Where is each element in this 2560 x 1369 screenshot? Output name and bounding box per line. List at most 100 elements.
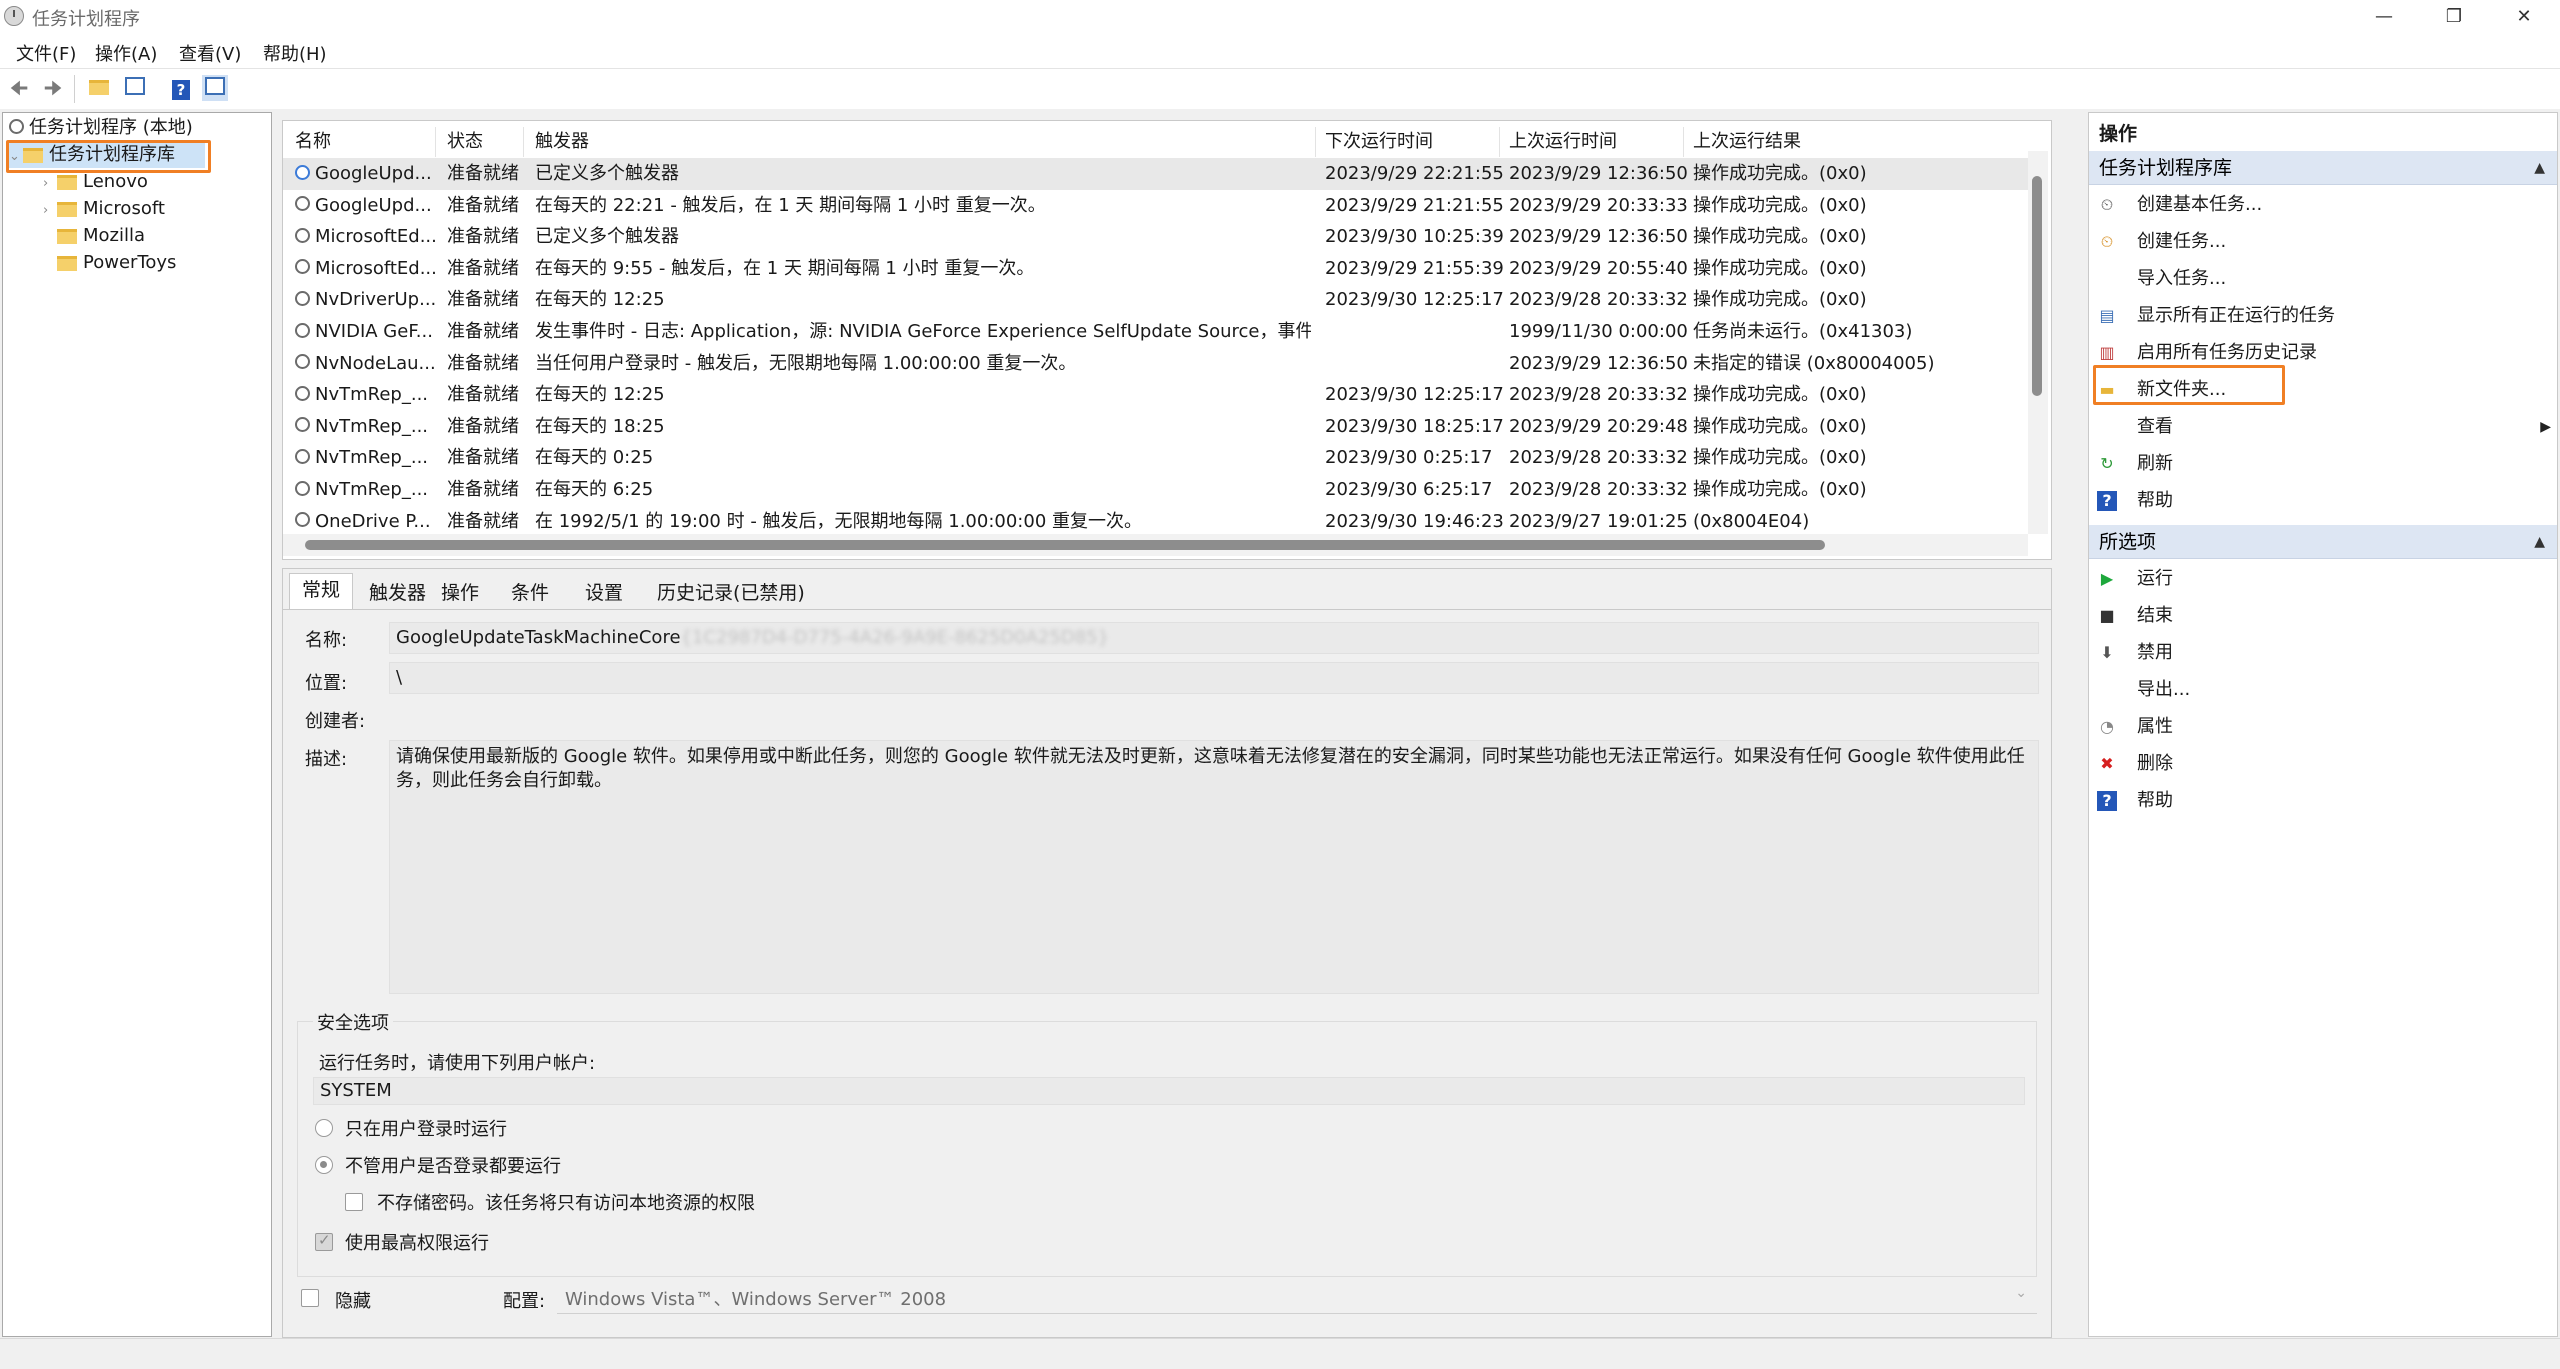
cell-status: 准备就绪 — [447, 352, 519, 374]
tree-root[interactable]: 任务计划程序 (本地) — [9, 115, 193, 141]
column-header-status[interactable]: 状态 — [447, 127, 483, 157]
cell-status: 准备就绪 — [447, 479, 519, 500]
table-row[interactable]: MicrosoftEd... 准备就绪 在每天的 9:55 - 触发后，在 1 天 … — [283, 253, 2048, 285]
tree-item-lenovo[interactable]: › Lenovo — [43, 169, 148, 195]
column-separator[interactable] — [523, 127, 524, 157]
forward-icon[interactable]: 🠊 — [40, 75, 66, 101]
table-row[interactable]: OneDrive P... 准备就绪在 1992/5/1 的 19:00 时 - … — [283, 506, 2048, 538]
column-header-next-run[interactable]: 下次运行时间 — [1325, 127, 1433, 157]
action-label: 创建任务... — [2137, 231, 2227, 252]
chevron-down-icon[interactable]: ⌄ — [2015, 1285, 2027, 1301]
action-actions-items1-0[interactable]: ⏲ 创建基本任务... — [2089, 189, 2549, 221]
checkbox-run-highest-privileges[interactable] — [315, 1231, 333, 1251]
tab-settings[interactable]: 设置 — [585, 577, 623, 609]
toolbar-separator — [74, 75, 75, 103]
minimize-button[interactable]: — — [2349, 0, 2419, 34]
action-actions-items2-5[interactable]: ✖ 删除 — [2089, 748, 2549, 780]
column-separator[interactable] — [1315, 127, 1316, 157]
cell-trigger: 已定义多个触发器 — [535, 163, 679, 184]
action-actions-items1-8[interactable]: ? 帮助 — [2089, 485, 2549, 517]
section-header-selected-item[interactable]: 所选项 ▲ — [2089, 525, 2557, 559]
table-row[interactable]: NvDriverUp... 准备就绪 在每天的 12:25 2023/9/30 12:… — [283, 284, 2048, 316]
chevron-right-icon[interactable]: › — [43, 171, 57, 197]
column-separator[interactable] — [435, 127, 436, 157]
history-icon: ▥ — [2099, 343, 2115, 362]
vertical-scrollbar[interactable] — [2028, 151, 2048, 534]
checkbox-do-not-store-password[interactable] — [345, 1193, 363, 1211]
radio-run-whether-logged-on[interactable] — [315, 1156, 333, 1174]
column-header-last-result[interactable]: 上次运行结果 — [1693, 127, 1801, 157]
table-row[interactable]: NvTmRep_... 准备就绪 在每天的 6:25 2023/9/30 6:25:1… — [283, 474, 2048, 506]
menu-help[interactable]: 帮助(H) — [263, 40, 327, 66]
action-actions-items2-3[interactable]: 导出... — [2089, 674, 2549, 706]
configure-for-dropdown[interactable]: Windows Vista™、Windows Server™ 2008 ⌄ — [557, 1279, 2037, 1314]
cell-result: (0x8004E04) — [1693, 510, 1810, 532]
table-row[interactable]: MicrosoftEd... 准备就绪 已定义多个触发器 2023/9/30 10:2… — [283, 221, 2048, 253]
table-row[interactable]: NvNodeLau... 准备就绪 当任何用户登录时 - 触发后，无限期地每隔 1.… — [283, 348, 2048, 380]
horizontal-scrollbar[interactable] — [283, 534, 2028, 556]
tab-triggers[interactable]: 触发器 — [369, 577, 426, 609]
cell-name: NvTmRep_... — [295, 379, 443, 410]
restore-button[interactable]: ❐ — [2419, 0, 2489, 34]
vertical-scroll-thumb[interactable] — [2032, 176, 2042, 396]
tree-folder-label: PowerToys — [83, 252, 177, 273]
tree-item-microsoft[interactable]: › Microsoft — [43, 196, 165, 222]
action-actions-items2-4[interactable]: ◔ 属性 — [2089, 711, 2549, 743]
action-actions-items2-6[interactable]: ? 帮助 — [2089, 785, 2549, 817]
action-actions-items2-0[interactable]: ▶ 运行 — [2089, 563, 2549, 595]
action-label: 结束 — [2137, 605, 2173, 626]
tab-actions[interactable]: 操作 — [441, 577, 479, 609]
action-label: 刷新 — [2137, 453, 2173, 474]
menu-action[interactable]: 操作(A) — [95, 40, 157, 66]
action-actions-items2-2[interactable]: ⬇ 禁用 — [2089, 637, 2549, 669]
run-as-label: 运行任务时，请使用下列用户帐户: — [319, 1053, 596, 1074]
tree-item-mozilla[interactable]: Mozilla — [57, 223, 145, 249]
help-icon[interactable]: ? — [168, 75, 194, 101]
chevron-right-icon[interactable]: › — [43, 198, 57, 224]
description-field[interactable]: 请确保使用最新版的 Google 软件。如果停用或中断此任务，则您的 Googl… — [389, 740, 2039, 994]
cell-last: 2023/9/29 12:36:50 — [1509, 226, 1688, 248]
tab-general[interactable]: 常规 — [289, 573, 354, 610]
action-actions-items1-7[interactable]: ↻ 刷新 — [2089, 448, 2549, 480]
name-field[interactable]: GoogleUpdateTaskMachineCore{1C2987D4-D77… — [389, 622, 2039, 654]
action-actions-items1-3[interactable]: ▤ 显示所有正在运行的任务 — [2089, 300, 2549, 332]
column-header-name[interactable]: 名称 — [295, 127, 331, 157]
column-header-trigger[interactable]: 触发器 — [535, 127, 589, 157]
column-separator[interactable] — [1499, 127, 1500, 157]
section-header-library[interactable]: 任务计划程序库 ▲ — [2089, 151, 2557, 185]
action-actions-items1-1[interactable]: ⏲ 创建任务... — [2089, 226, 2549, 258]
horizontal-scroll-thumb[interactable] — [305, 540, 1825, 550]
run-as-account-value: SYSTEM — [320, 1080, 392, 1101]
menu-view[interactable]: 查看(V) — [179, 40, 241, 66]
folder-up-icon[interactable] — [86, 75, 112, 101]
table-row[interactable]: GoogleUpd... 准备就绪 已定义多个触发器 2023/9/29 22:21:… — [283, 158, 2048, 190]
table-row[interactable]: NvTmRep_... 准备就绪 在每天的 0:25 2023/9/30 0:25:1… — [283, 442, 2048, 474]
action-label: 帮助 — [2137, 790, 2173, 811]
action-pane-icon[interactable] — [202, 75, 228, 101]
table-row[interactable]: NvTmRep_... 准备就绪 在每天的 12:25 2023/9/30 12:25… — [283, 379, 2048, 411]
action-actions-items1-2[interactable]: 导入任务... — [2089, 263, 2549, 295]
do-not-store-password-label: 不存储密码。该任务将只有访问本地资源的权限 — [377, 1193, 755, 1214]
collapse-icon[interactable]: ▲ — [2534, 525, 2545, 559]
checkbox-hidden[interactable] — [301, 1289, 319, 1307]
tab-conditions[interactable]: 条件 — [511, 577, 549, 609]
column-header-last-run[interactable]: 上次运行时间 — [1509, 127, 1617, 157]
action-actions-items2-1[interactable]: ■ 结束 — [2089, 600, 2549, 632]
back-icon[interactable]: 🠈 — [6, 75, 32, 101]
console-tree-icon[interactable] — [122, 75, 148, 101]
run-as-account-field[interactable]: SYSTEM — [313, 1077, 2025, 1105]
action-actions-items1-6[interactable]: 查看 ▶ — [2089, 411, 2551, 443]
table-row[interactable]: NvTmRep_... 准备就绪 在每天的 18:25 2023/9/30 18:25… — [283, 411, 2048, 443]
cell-trigger: 已定义多个触发器 — [535, 226, 679, 248]
close-button[interactable]: ✕ — [2489, 0, 2559, 34]
menu-file[interactable]: 文件(F) — [16, 40, 76, 66]
column-separator[interactable] — [1683, 127, 1684, 157]
collapse-icon[interactable]: ▲ — [2534, 151, 2545, 185]
task-name: NvNodeLau... — [315, 352, 436, 374]
tree-item-powertoys[interactable]: PowerToys — [57, 250, 176, 276]
table-row[interactable]: GoogleUpd... 准备就绪 在每天的 22:21 - 触发后，在 1 天 期… — [283, 190, 2048, 222]
tab-history[interactable]: 历史记录(已禁用) — [657, 577, 805, 609]
table-row[interactable]: NVIDIA GeF... 准备就绪 发生事件时 - 日志: Application… — [283, 316, 2048, 348]
location-field[interactable]: \ — [389, 662, 2039, 694]
radio-run-only-logged-on[interactable] — [315, 1119, 333, 1137]
